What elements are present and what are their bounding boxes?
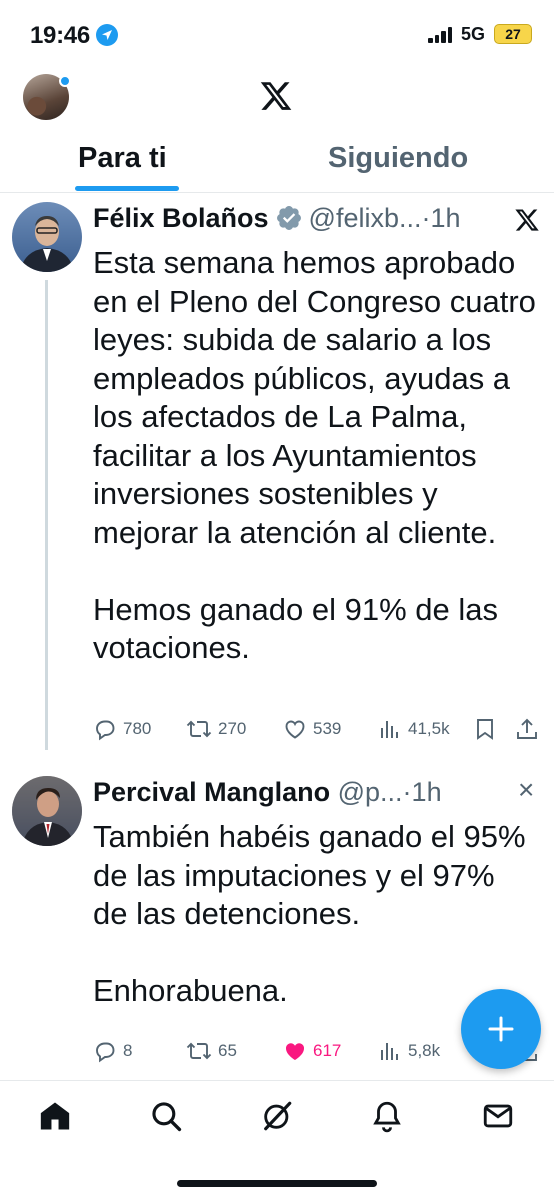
repost-icon xyxy=(186,1042,212,1060)
reply-button[interactable]: 8 xyxy=(93,1036,132,1066)
verified-badge-icon xyxy=(276,206,301,230)
repost-button[interactable]: 65 xyxy=(186,1036,237,1066)
post-text: También habéis ganado el 95% de las impu… xyxy=(93,819,526,1008)
dismiss-post-button[interactable]: × xyxy=(518,774,534,806)
author-handle[interactable]: @p... xyxy=(338,777,403,807)
repost-count: 270 xyxy=(218,719,247,738)
reply-count: 780 xyxy=(123,719,152,738)
cellular-signal-icon xyxy=(428,27,454,43)
repost-icon xyxy=(186,720,212,738)
post-actions: 780 270 539 41,5k xyxy=(93,714,543,744)
status-time: 19:46 xyxy=(30,22,90,49)
active-tab-indicator xyxy=(75,186,179,191)
author-name[interactable]: Félix Bolaños xyxy=(93,203,269,233)
search-icon[interactable] xyxy=(149,1099,183,1133)
author-avatar[interactable] xyxy=(12,202,82,272)
notification-dot xyxy=(59,75,71,87)
post-header: Percival Manglano @p...·1h xyxy=(93,777,442,811)
post-time[interactable]: 1h xyxy=(431,203,461,233)
network-label: 5G xyxy=(461,24,486,44)
repost-count: 65 xyxy=(218,1041,237,1060)
thread-line xyxy=(45,280,48,750)
home-indicator xyxy=(177,1180,377,1187)
post-time[interactable]: 1h xyxy=(412,777,442,807)
views-icon xyxy=(381,1043,398,1060)
author-handle[interactable]: @felixb... xyxy=(309,203,422,233)
views-button[interactable]: 5,8k xyxy=(378,1036,440,1066)
repost-button[interactable]: 270 xyxy=(186,714,246,744)
reply-icon xyxy=(96,1042,115,1063)
battery-icon: 27 xyxy=(494,24,532,44)
post-felix[interactable]: Félix Bolaños @felixb...·1h Esta semana h… xyxy=(0,202,554,752)
home-icon[interactable] xyxy=(38,1099,72,1133)
share-icon[interactable] xyxy=(515,716,539,742)
tab-siguiendo[interactable]: Siguiendo xyxy=(328,142,468,175)
bookmark-icon[interactable] xyxy=(473,716,497,742)
author-avatar[interactable] xyxy=(12,776,82,846)
heart-icon xyxy=(285,720,305,739)
grok-icon[interactable] xyxy=(260,1099,294,1133)
location-icon xyxy=(96,24,118,46)
separator: · xyxy=(402,777,412,807)
separator: · xyxy=(421,203,431,233)
timeline-tabs: Para ti Siguiendo xyxy=(0,130,554,193)
like-count: 617 xyxy=(313,1041,342,1060)
tab-para-ti[interactable]: Para ti xyxy=(78,142,167,175)
plus-icon xyxy=(488,1016,514,1042)
reply-button[interactable]: 780 xyxy=(93,714,151,744)
like-button[interactable]: 617 xyxy=(283,1036,341,1066)
views-button[interactable]: 41,5k xyxy=(378,714,450,744)
view-count: 41,5k xyxy=(408,719,450,738)
reply-icon xyxy=(96,720,115,741)
like-button[interactable]: 539 xyxy=(283,714,341,744)
like-count: 539 xyxy=(313,719,342,738)
messages-icon[interactable] xyxy=(481,1099,515,1133)
post-header: Félix Bolaños @felixb...·1h xyxy=(93,203,461,237)
view-count: 5,8k xyxy=(408,1041,441,1060)
x-logo-icon[interactable] xyxy=(258,79,294,113)
heart-filled-icon xyxy=(285,1043,305,1060)
views-icon xyxy=(381,721,398,738)
post-text: Esta semana hemos aprobado en el Pleno d… xyxy=(93,245,536,665)
battery-level: 27 xyxy=(505,26,521,42)
author-name[interactable]: Percival Manglano xyxy=(93,777,330,807)
compose-post-button[interactable] xyxy=(461,989,541,1069)
status-bar: 19:46 5G 27 xyxy=(0,0,554,70)
notifications-icon[interactable] xyxy=(370,1099,404,1133)
reply-count: 8 xyxy=(123,1041,133,1060)
x-logo-icon[interactable] xyxy=(514,207,540,233)
